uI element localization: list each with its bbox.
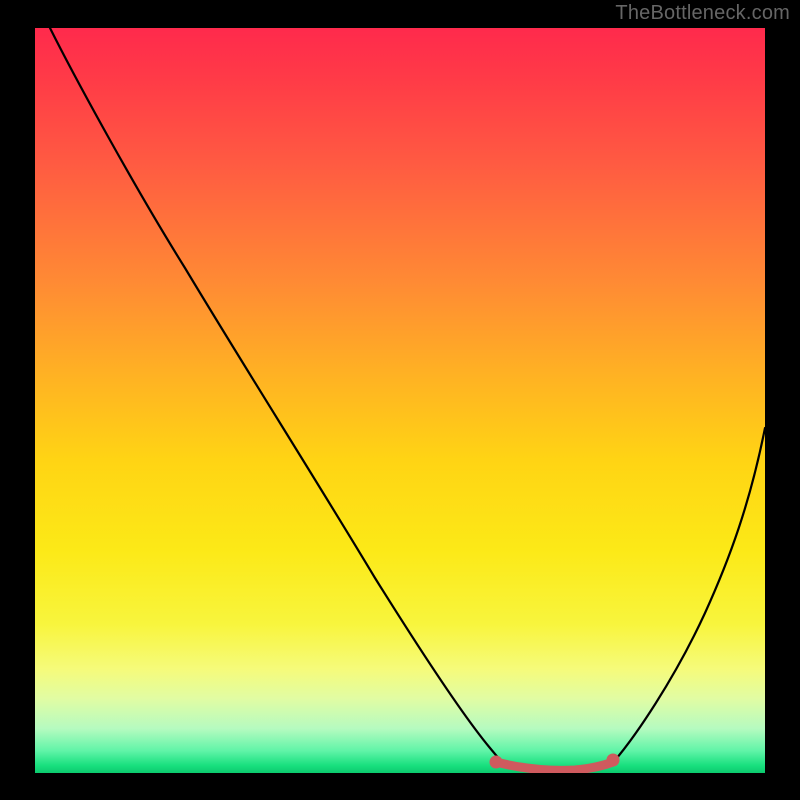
optimal-segment	[496, 762, 613, 770]
chart-canvas: TheBottleneck.com	[0, 0, 800, 800]
watermark-text: TheBottleneck.com	[615, 2, 790, 25]
bottleneck-curve-right	[610, 428, 765, 766]
bottleneck-curve-left	[50, 28, 505, 766]
curve-svg	[35, 28, 765, 773]
optimal-marker-start	[490, 756, 503, 769]
plot-area	[35, 28, 765, 773]
optimal-marker-end	[607, 754, 620, 767]
